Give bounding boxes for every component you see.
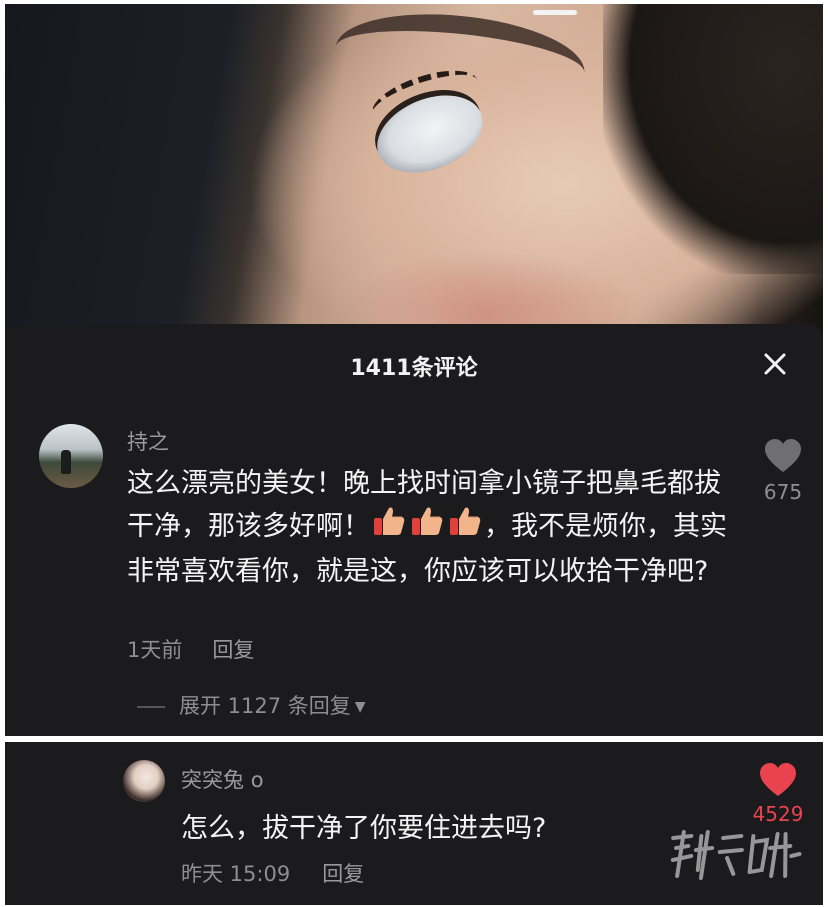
reply-button[interactable]: 回复 [322,862,364,886]
comment-time: 1天前 [127,638,183,662]
hair-shadow [603,4,823,274]
avatar[interactable] [39,424,103,488]
divider-dash [137,706,165,708]
reply-button[interactable]: 回复 [212,638,254,662]
thumbs-up-icon [372,505,406,550]
reply-username[interactable]: 突突兔 [181,768,244,792]
close-icon [764,353,786,375]
user-badge: o [250,768,264,792]
watermark-logo-mark [670,830,802,880]
heart-icon [765,439,801,472]
reply-panel: 突突兔 o 怎么，拔干净了你要住进去吗? 昨天 15:09 回复 4529 [5,742,823,905]
like-button[interactable]: 675 [753,438,813,504]
like-button[interactable]: 4529 [745,762,811,826]
reply-meta: 昨天 15:09 回复 [181,858,364,888]
comment-count-title: 1411条评论 [350,356,478,381]
comment-username[interactable]: 持之 [127,426,169,456]
thumbs-up-icon [448,505,482,550]
caret-down-icon: ▼ [354,699,366,715]
drag-handle[interactable] [533,10,577,15]
reply-time: 昨天 15:09 [181,862,291,886]
avatar[interactable] [123,760,165,802]
watermark-logo [662,826,809,891]
reply-text: 怎么，拔干净了你要住进去吗? [181,813,547,844]
expand-replies-button[interactable]: 展开 1127 条回复 ▼ [137,690,366,720]
like-count: 4529 [752,802,804,826]
thumbs-up-icon [410,505,444,550]
heart-icon [760,763,796,796]
comment-text: 这么漂亮的美女！晚上找时间拿小镜子把鼻毛都拔干净，那该多好啊！ ，我不是烦你，其实… [127,462,737,593]
avatar-figure [61,450,71,474]
comment-panel: 1411条评论 持之 这么漂亮的美女！晚上找时间拿小镜子把鼻毛都拔干净，那该多好… [5,324,823,736]
like-count: 675 [763,480,803,504]
expand-replies-label: 展开 1127 条回复 [179,694,351,718]
close-button[interactable] [757,346,793,382]
video-frame [5,4,823,344]
reply-username-row: 突突兔 o [181,764,264,794]
comment-meta: 1天前 回复 [127,634,254,664]
